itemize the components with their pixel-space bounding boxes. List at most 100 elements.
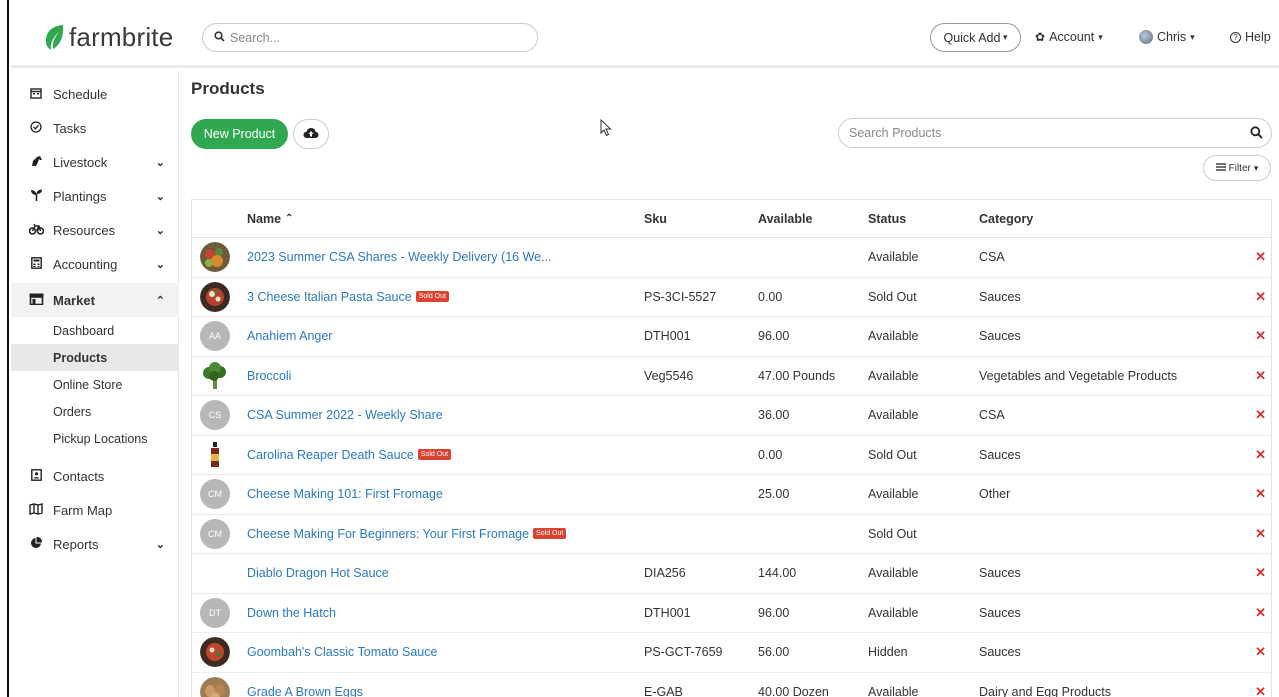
sidebar-subitem-dashboard[interactable]: Dashboard	[11, 317, 179, 344]
gear-icon: ✿	[1035, 30, 1046, 44]
brand-name: farmbrite	[69, 21, 174, 52]
sidebar-subitem-products[interactable]: Products	[11, 344, 179, 371]
product-search-input[interactable]: Search Products	[838, 118, 1272, 148]
sidebar-label: Reports	[53, 536, 99, 552]
table-row[interactable]: Grade A Brown Eggs E-GAB 40.00 Dozen Ava…	[192, 673, 1271, 697]
caret-down-icon: ▾	[1000, 32, 1008, 42]
sidebar-item-resources[interactable]: Resources ⌄	[11, 213, 179, 247]
table-row[interactable]: Diablo Dragon Hot Sauce DIA256 144.00 Av…	[192, 554, 1271, 594]
table-row[interactable]: DT Down the Hatch DTH001 96.00 Available…	[192, 594, 1271, 633]
delete-icon[interactable]: ✕	[1255, 554, 1266, 593]
delete-icon[interactable]: ✕	[1255, 436, 1266, 475]
product-name-link[interactable]: CSA Summer 2022 - Weekly Share	[247, 408, 443, 422]
sidebar-item-reports[interactable]: Reports ⌄	[11, 527, 179, 561]
thumbnail-cell	[199, 238, 231, 277]
column-header-status[interactable]: Status	[868, 200, 906, 237]
product-initials-avatar: CM	[200, 479, 230, 510]
sidebar-subitem-orders[interactable]: Orders	[11, 398, 179, 425]
sidebar-item-market[interactable]: Market ⌃	[11, 283, 179, 317]
leaf-logo-icon	[43, 23, 65, 51]
table-row[interactable]: CM Cheese Making 101: First Fromage 25.0…	[192, 475, 1271, 515]
thumbnail-cell: DT	[199, 594, 231, 633]
delete-icon[interactable]: ✕	[1255, 633, 1266, 672]
product-name-link[interactable]: 3 Cheese Italian Pasta Sauce	[247, 290, 412, 304]
table-row[interactable]: AA Anahiem Anger DTH001 96.00 Available …	[192, 317, 1271, 357]
help-link[interactable]: ? Help	[1230, 30, 1271, 44]
sidebar-subitem-online-store[interactable]: Online Store	[11, 371, 179, 398]
sort-asc-icon: ⌃	[285, 213, 294, 224]
horse-icon	[24, 155, 48, 170]
table-row[interactable]: Goombah's Classic Tomato Sauce PS-GCT-76…	[192, 633, 1271, 673]
table-row[interactable]: Broccoli Veg5546 47.00 Pounds Available …	[192, 357, 1271, 396]
delete-icon[interactable]: ✕	[1255, 594, 1266, 633]
status-cell: Sold Out	[868, 289, 917, 304]
sidebar-item-schedule[interactable]: Schedule	[11, 77, 179, 111]
delete-icon[interactable]: ✕	[1255, 278, 1266, 317]
user-menu[interactable]: Chris ▾	[1139, 30, 1195, 44]
column-header-name[interactable]: Name ⌃	[247, 200, 293, 237]
sidebar-label: Farm Map	[53, 502, 113, 518]
map-icon	[24, 502, 48, 518]
table-row[interactable]: CS CSA Summer 2022 - Weekly Share 36.00 …	[192, 396, 1271, 436]
product-name-link[interactable]: 2023 Summer CSA Shares - Weekly Delivery…	[247, 250, 552, 264]
product-name-link[interactable]: Down the Hatch	[247, 606, 336, 620]
table-row[interactable]: Carolina Reaper Death Sauce Sold Out 0.0…	[192, 436, 1271, 475]
sidebar-label: Plantings	[53, 188, 107, 204]
sidebar-item-plantings[interactable]: Plantings ⌄	[11, 179, 179, 213]
delete-icon[interactable]: ✕	[1255, 357, 1266, 396]
delete-icon[interactable]: ✕	[1255, 317, 1266, 356]
sidebar-label: Schedule	[53, 86, 108, 102]
table-row[interactable]: 3 Cheese Italian Pasta Sauce Sold Out PS…	[192, 278, 1271, 317]
sidebar-item-livestock[interactable]: Livestock ⌄	[11, 145, 179, 179]
product-name-link[interactable]: Broccoli	[247, 369, 291, 383]
sidebar-item-tasks[interactable]: Tasks	[11, 111, 179, 145]
table-row[interactable]: 2023 Summer CSA Shares - Weekly Delivery…	[192, 238, 1271, 278]
chevron-down-icon: ⌄	[155, 258, 165, 271]
logo[interactable]: farmbrite	[43, 22, 173, 52]
delete-icon[interactable]: ✕	[1255, 475, 1266, 514]
product-name-link[interactable]: Grade A Brown Eggs	[247, 685, 363, 697]
product-name-link[interactable]: Anahiem Anger	[247, 329, 332, 343]
column-header-category[interactable]: Category	[979, 200, 1033, 237]
delete-icon[interactable]: ✕	[1255, 396, 1266, 435]
delete-icon[interactable]: ✕	[1255, 238, 1266, 277]
status-cell: Available	[868, 368, 919, 383]
upload-button[interactable]	[293, 119, 329, 149]
user-name: Chris	[1157, 30, 1187, 44]
sidebar-item-accounting[interactable]: Accounting ⌄	[11, 247, 179, 281]
store-icon	[24, 293, 48, 308]
pie-chart-icon	[24, 536, 48, 552]
sidebar-item-farm-map[interactable]: Farm Map	[11, 493, 179, 527]
table-row[interactable]: CM Cheese Making For Beginners: Your Fir…	[192, 515, 1271, 554]
quick-add-button[interactable]: Quick Add ▾	[930, 23, 1021, 52]
sku-cell: DTH001	[644, 329, 691, 344]
page-title: Products	[191, 79, 265, 98]
product-thumbnail	[200, 361, 230, 391]
filter-button[interactable]: Filter ▾	[1203, 155, 1271, 181]
thumbnail-cell: AA	[199, 317, 231, 356]
product-name-link[interactable]: Cheese Making For Beginners: Your First …	[247, 527, 529, 541]
product-name-cell: Grade A Brown Eggs	[247, 673, 363, 697]
sidebar-label: Livestock	[53, 154, 108, 170]
column-header-sku[interactable]: Sku	[644, 200, 667, 237]
column-header-available[interactable]: Available	[758, 200, 812, 237]
product-name-link[interactable]: Cheese Making 101: First Fromage	[247, 487, 443, 501]
category-cell: Vegetables and Vegetable Products	[979, 368, 1178, 383]
sidebar-subitem-pickup-locations[interactable]: Pickup Locations	[11, 425, 179, 452]
product-name-link[interactable]: Carolina Reaper Death Sauce	[247, 448, 414, 462]
global-search-input[interactable]: Search...	[202, 23, 538, 52]
new-product-button[interactable]: New Product	[191, 119, 288, 149]
search-icon	[1250, 126, 1263, 142]
available-cell: 96.00	[758, 329, 790, 344]
delete-icon[interactable]: ✕	[1255, 515, 1266, 554]
product-name-link[interactable]: Diablo Dragon Hot Sauce	[247, 566, 389, 580]
sidebar-item-contacts[interactable]: Contacts	[11, 459, 179, 493]
product-name-cell: Cheese Making 101: First Fromage	[247, 475, 443, 514]
caret-down-icon: ▾	[1098, 31, 1103, 42]
product-name-cell: 2023 Summer CSA Shares - Weekly Delivery…	[247, 238, 552, 277]
delete-icon[interactable]: ✕	[1255, 673, 1266, 697]
product-name-link[interactable]: Goombah's Classic Tomato Sauce	[247, 645, 437, 659]
product-thumbnail	[200, 281, 230, 312]
account-menu[interactable]: ✿ Account ▾	[1035, 30, 1103, 44]
calendar-icon	[24, 87, 48, 102]
